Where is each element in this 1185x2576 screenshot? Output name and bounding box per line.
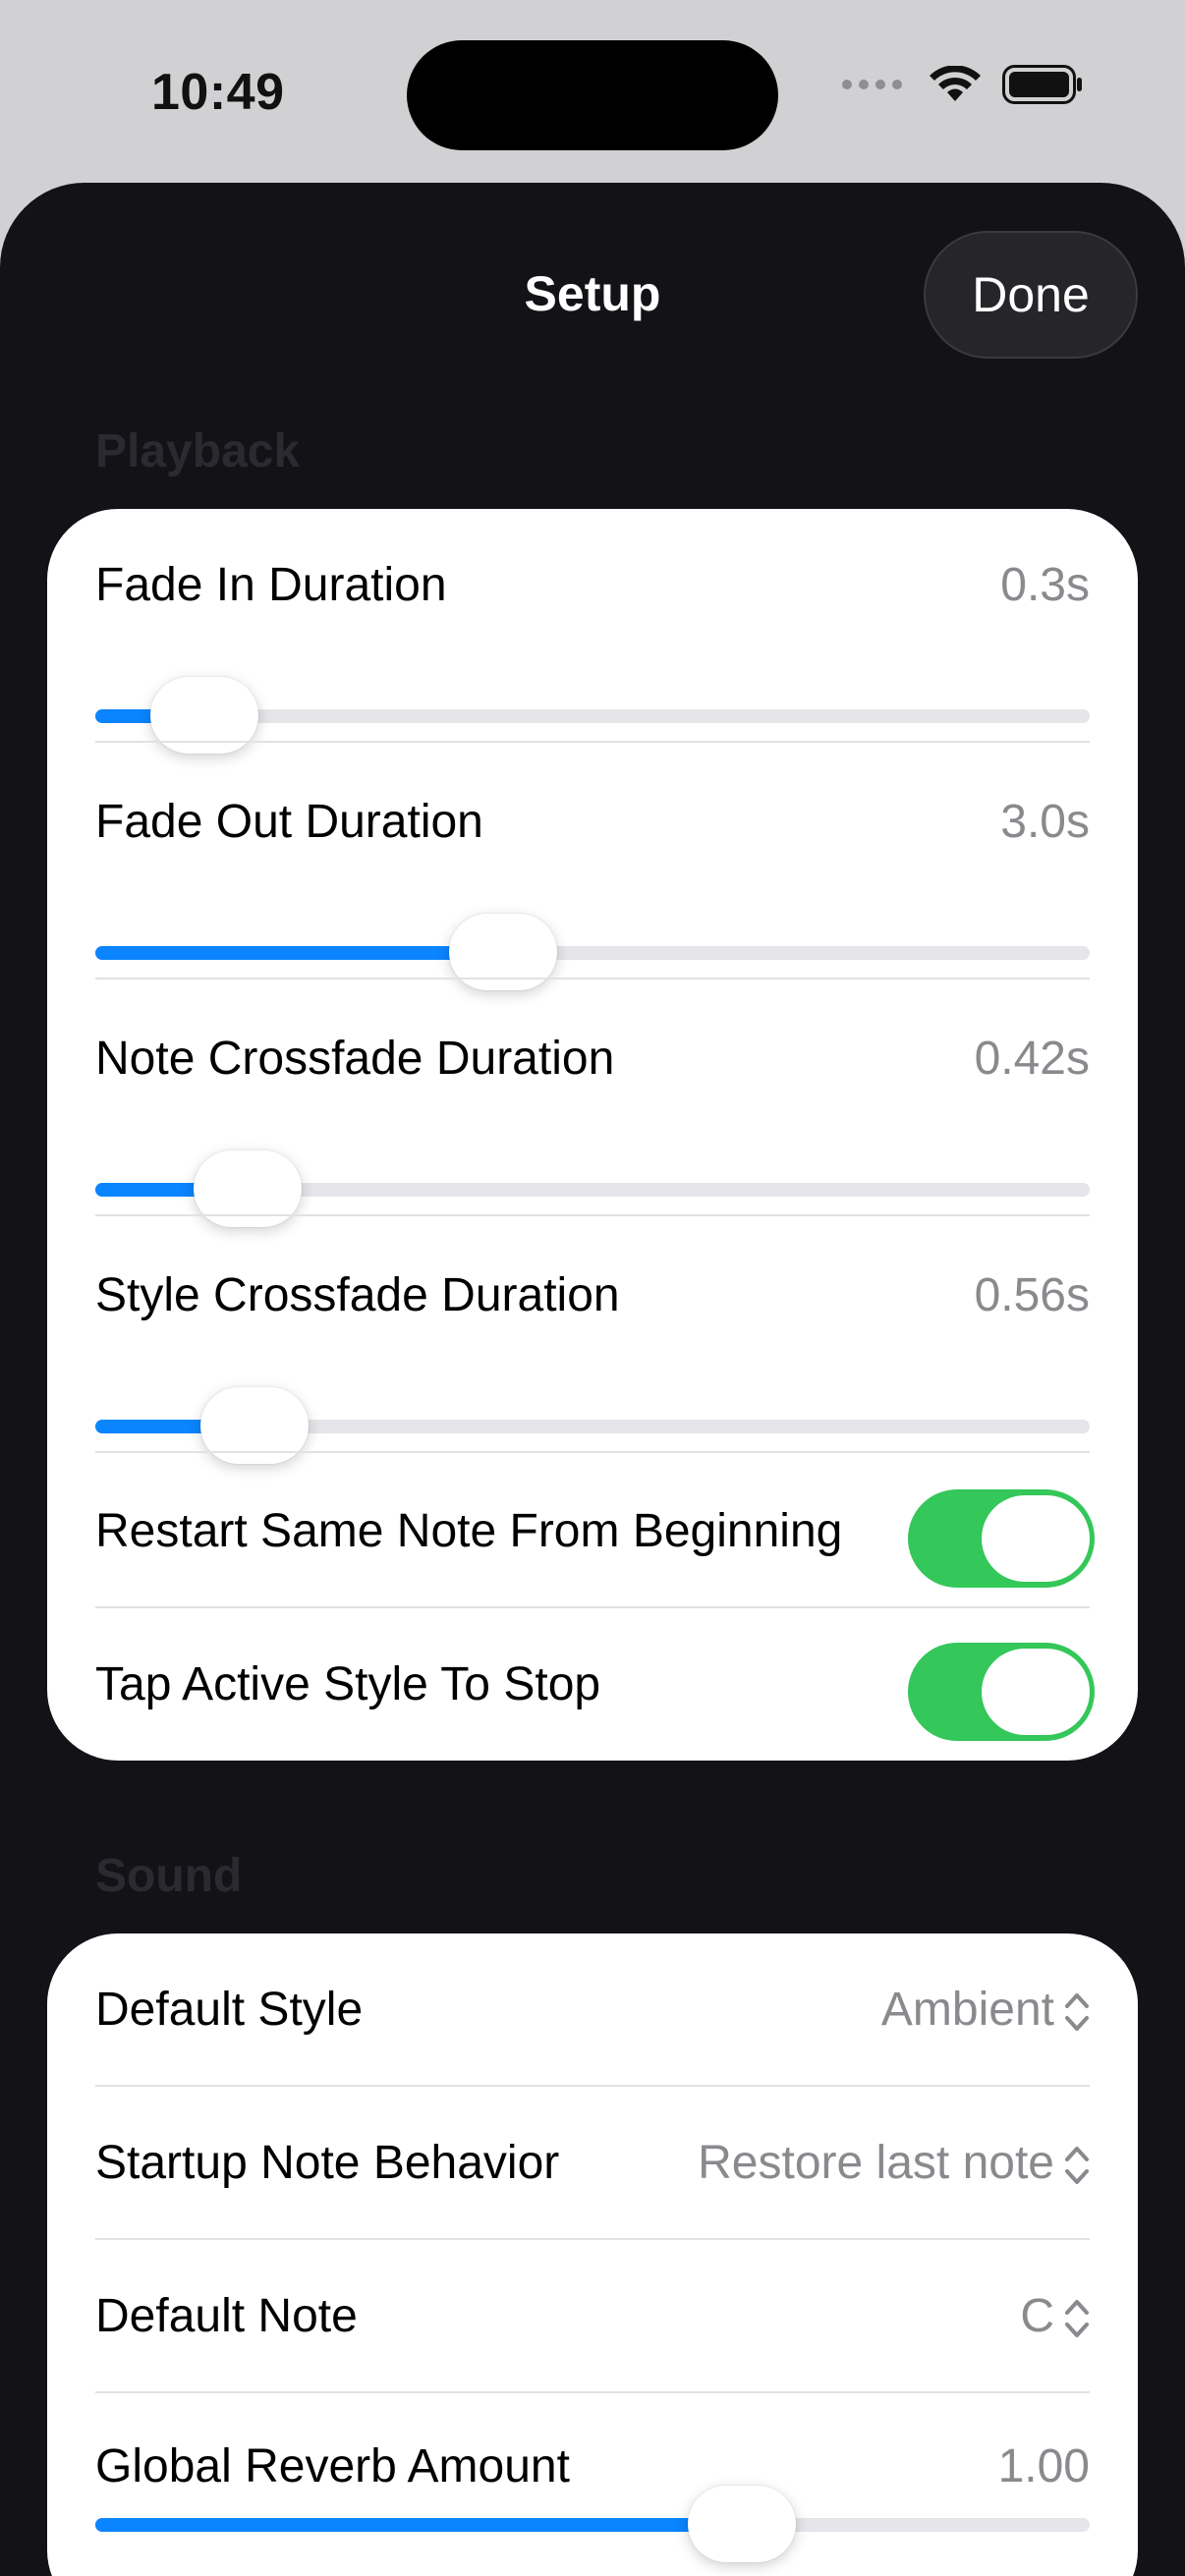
slider-row-fade-in: Fade In Duration 0.3s — [95, 558, 1090, 754]
wifi-icon — [930, 66, 981, 101]
toggle-row-tap-active-style: Tap Active Style To Stop — [95, 1607, 1095, 1761]
default-note-value: C — [1020, 2290, 1054, 2342]
chevron-up-down-icon — [1065, 2147, 1089, 2185]
toggle-knob — [982, 1649, 1090, 1735]
picker-row-default-style[interactable]: Default Style Ambient — [95, 1933, 1090, 2086]
chevron-up-down-icon — [1065, 1993, 1089, 2032]
style-crossfade-label: Style Crossfade Duration — [95, 1269, 620, 1321]
default-note-picker[interactable]: C — [1020, 2289, 1090, 2343]
slider-row-global-reverb: Global Reverb Amount 1.00 — [95, 2439, 1090, 2576]
sound-card: Default Style Ambient Startup Note Behav… — [47, 1933, 1138, 2576]
fade-in-slider[interactable] — [95, 677, 1090, 754]
toggle-knob — [982, 1495, 1090, 1582]
fade-out-value: 3.0s — [1000, 796, 1090, 848]
divider — [95, 741, 1090, 743]
status-icons — [842, 65, 1083, 104]
slider-row-note-crossfade: Note Crossfade Duration 0.42s — [95, 1032, 1090, 1227]
fade-in-value: 0.3s — [1000, 559, 1090, 611]
done-button[interactable]: Done — [924, 231, 1138, 359]
global-reverb-slider-thumb[interactable] — [687, 2486, 796, 2562]
divider — [95, 978, 1090, 980]
signal-dots-icon — [842, 80, 902, 89]
section-header-sound: Sound — [95, 1850, 243, 1902]
playback-card: Fade In Duration 0.3s Fade Out Duration … — [47, 509, 1138, 1761]
global-reverb-slider[interactable] — [95, 2486, 1090, 2562]
note-crossfade-label: Note Crossfade Duration — [95, 1033, 615, 1085]
default-style-label: Default Style — [95, 1984, 364, 2036]
global-reverb-value: 1.00 — [997, 2440, 1090, 2492]
picker-row-default-note[interactable]: Default Note C — [95, 2240, 1090, 2392]
restart-same-note-label: Restart Same Note From Beginning — [95, 1505, 843, 1557]
tap-active-style-toggle[interactable] — [908, 1643, 1095, 1741]
startup-note-behavior-value: Restore last note — [698, 2137, 1054, 2189]
startup-note-behavior-picker[interactable]: Restore last note — [698, 2136, 1090, 2190]
note-crossfade-value: 0.42s — [974, 1033, 1090, 1085]
chevron-up-down-icon — [1065, 2300, 1089, 2338]
note-crossfade-slider[interactable] — [95, 1150, 1090, 1227]
style-crossfade-slider[interactable] — [95, 1387, 1090, 1464]
global-reverb-label: Global Reverb Amount — [95, 2440, 570, 2492]
battery-icon — [1002, 65, 1082, 104]
status-time: 10:49 — [151, 64, 285, 121]
fade-in-label: Fade In Duration — [95, 559, 447, 611]
style-crossfade-value: 0.56s — [974, 1269, 1090, 1321]
divider — [95, 1214, 1090, 1216]
global-reverb-slider-fill — [95, 2518, 742, 2532]
dynamic-island — [407, 40, 778, 150]
fade-out-slider-fill — [95, 946, 503, 960]
startup-note-behavior-label: Startup Note Behavior — [95, 2137, 560, 2189]
default-style-value: Ambient — [880, 1984, 1054, 2036]
default-style-picker[interactable]: Ambient — [881, 1983, 1090, 2037]
status-bar: 10:49 — [0, 0, 1185, 183]
slider-row-fade-out: Fade Out Duration 3.0s — [95, 795, 1090, 990]
fade-out-label: Fade Out Duration — [95, 796, 483, 848]
default-note-label: Default Note — [95, 2290, 358, 2342]
fade-out-slider[interactable] — [95, 914, 1090, 990]
restart-same-note-toggle[interactable] — [908, 1489, 1095, 1588]
section-header-playback: Playback — [95, 425, 301, 477]
divider — [95, 2391, 1090, 2393]
toggle-row-restart-same-note: Restart Same Note From Beginning — [95, 1452, 1095, 1605]
tap-active-style-label: Tap Active Style To Stop — [95, 1658, 601, 1710]
picker-row-startup-note-behavior[interactable]: Startup Note Behavior Restore last note — [95, 2087, 1090, 2239]
slider-row-style-crossfade: Style Crossfade Duration 0.56s — [95, 1268, 1090, 1464]
